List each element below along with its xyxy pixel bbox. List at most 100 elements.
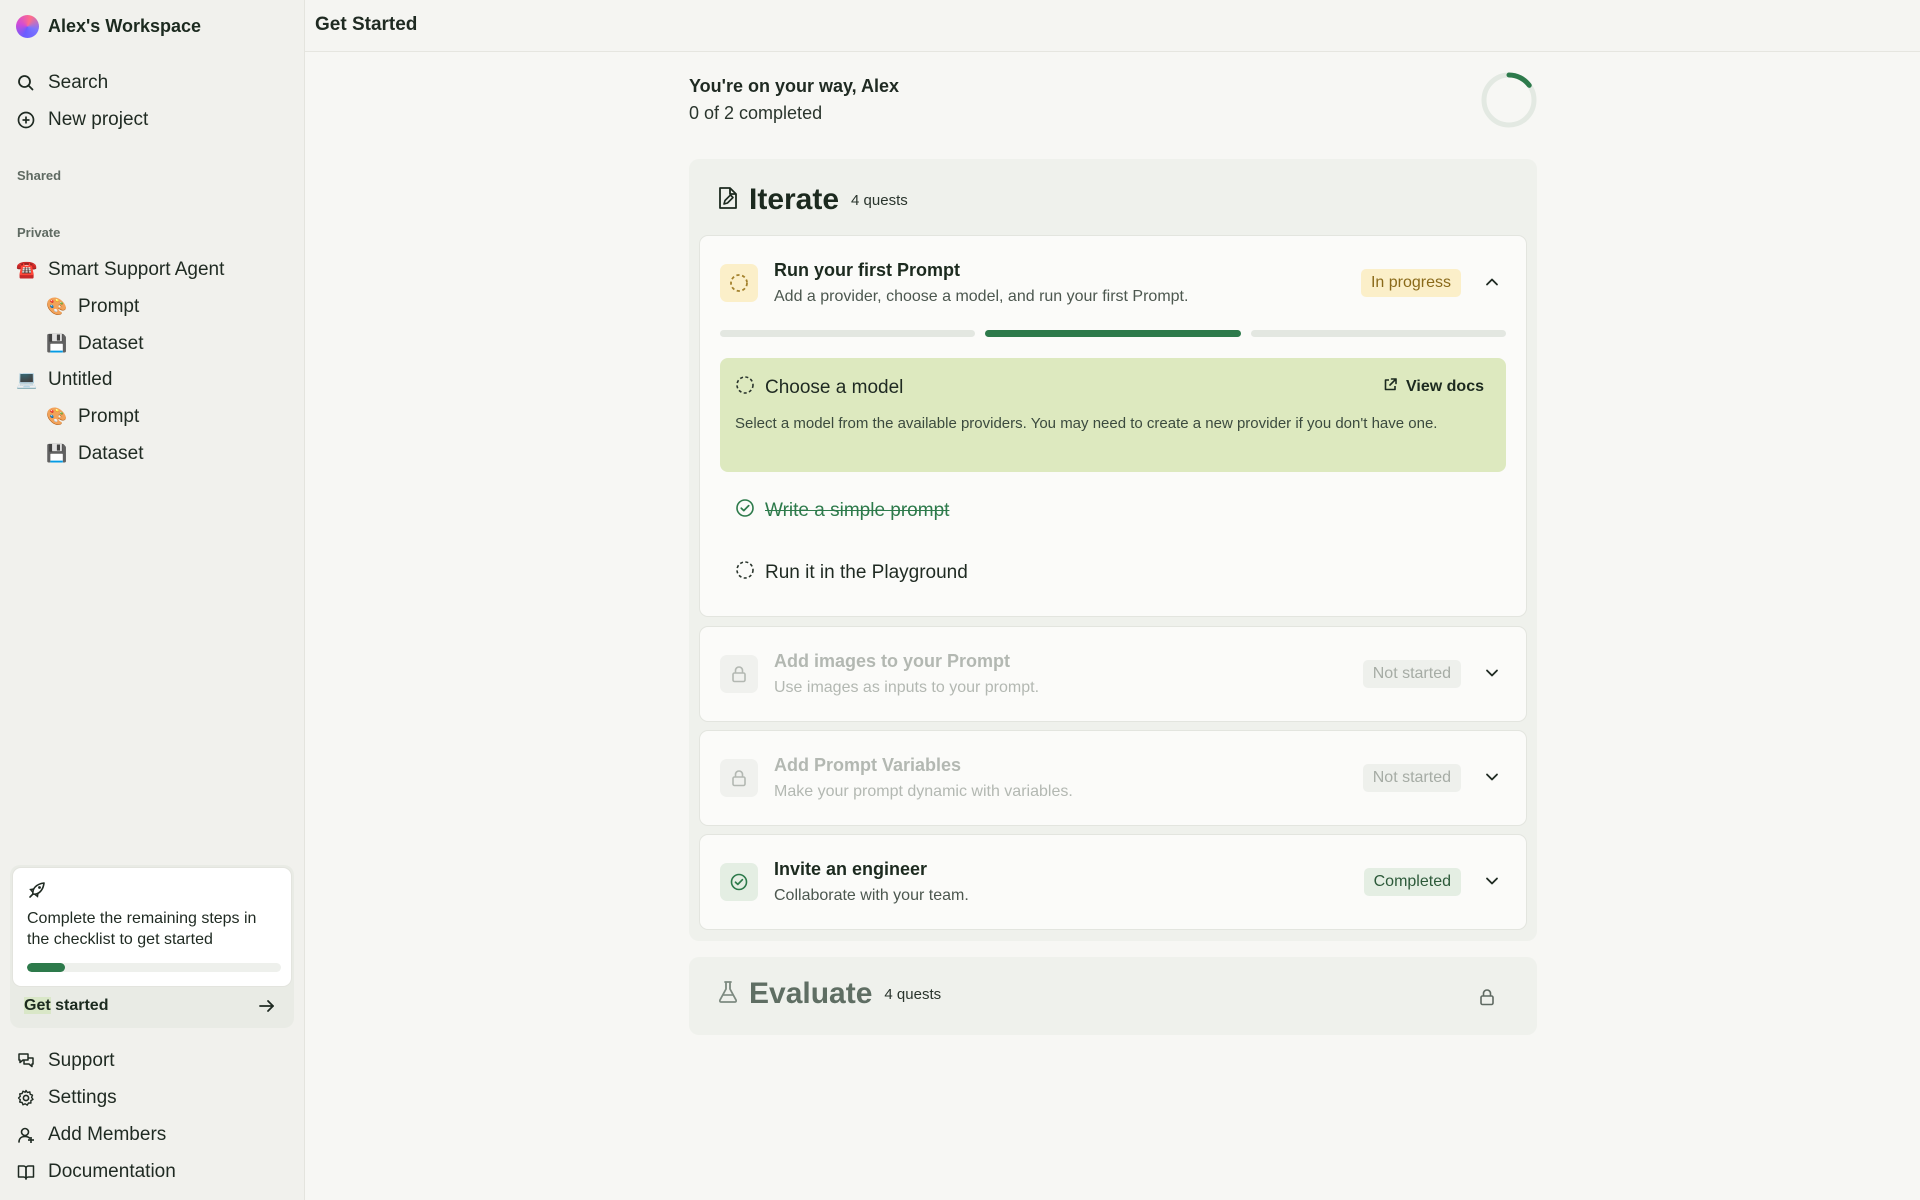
flask-icon xyxy=(717,980,739,1009)
workspace-name: Alex's Workspace xyxy=(48,15,202,36)
floppy-disk-icon: 💾 xyxy=(46,444,68,463)
promo-text: Complete the remaining steps in the chec… xyxy=(27,910,257,948)
step-header: Choose a model xyxy=(735,375,903,401)
completion-count: 0 of 2 completed xyxy=(689,103,823,123)
group-header: Evaluate 4 quests xyxy=(717,977,941,1011)
search-icon xyxy=(16,73,36,93)
status-badge: In progress xyxy=(1360,269,1461,297)
step-label: Choose a model xyxy=(765,377,904,398)
project-name: Untitled xyxy=(48,369,113,390)
shared-section-label: Shared xyxy=(17,168,62,183)
view-docs-link[interactable]: View docs xyxy=(1383,377,1484,397)
sidebar-project-untitled[interactable]: 💻 Untitled xyxy=(16,366,112,394)
plus-circle-icon xyxy=(16,110,36,130)
workspace-switcher[interactable]: Alex's Workspace xyxy=(16,14,201,38)
pending-circle-icon xyxy=(735,375,755,401)
arrow-right-icon[interactable] xyxy=(258,998,276,1019)
computer-icon: 💻 xyxy=(16,370,38,389)
step-write-simple-prompt[interactable]: Write a simple prompt xyxy=(735,498,949,524)
search-label: Search xyxy=(48,72,109,93)
group-quest-count: 4 quests xyxy=(884,985,942,1003)
sidebar-item-dataset[interactable]: 💾 Dataset xyxy=(46,330,143,358)
quest-invite-engineer[interactable]: Invite an engineer Collaborate with your… xyxy=(699,834,1527,930)
quest-description: Make your prompt dynamic with variables. xyxy=(774,783,1073,800)
group-title: Evaluate xyxy=(749,977,873,1010)
sidebar-item-label: Dataset xyxy=(78,333,144,354)
pending-circle-icon xyxy=(735,560,755,586)
cta-highlight: Get xyxy=(24,997,51,1014)
palette-icon: 🎨 xyxy=(46,297,68,316)
quest-group-evaluate[interactable]: Evaluate 4 quests xyxy=(689,957,1537,1035)
quest-title: Run your first Prompt xyxy=(774,260,961,280)
step-label: Run it in the Playground xyxy=(765,562,968,583)
cta-rest: started xyxy=(50,997,109,1014)
lock-icon xyxy=(1477,987,1497,1012)
get-started-promo[interactable]: Complete the remaining steps in the chec… xyxy=(10,865,294,1028)
step-choose-model[interactable]: Choose a model View docs Select a model … xyxy=(720,358,1506,472)
quest-run-first-prompt: Run your first Prompt Add a provider, ch… xyxy=(699,235,1527,617)
sidebar: Alex's Workspace Search New project Shar… xyxy=(0,0,305,1200)
quest-description: Add a provider, choose a model, and run … xyxy=(774,288,1189,305)
step-run-in-playground[interactable]: Run it in the Playground xyxy=(735,560,968,586)
quest-description: Collaborate with your team. xyxy=(774,887,969,904)
status-badge: Not started xyxy=(1362,764,1461,792)
chevron-down-icon[interactable] xyxy=(1484,769,1500,790)
group-title: Iterate xyxy=(749,183,840,216)
quest-add-images[interactable]: Add images to your Prompt Use images as … xyxy=(699,626,1527,722)
sidebar-item-dataset[interactable]: 💾 Dataset xyxy=(46,440,143,468)
user-icon xyxy=(16,1125,36,1145)
progress-ring xyxy=(1481,72,1537,128)
promo-card: Complete the remaining steps in the chec… xyxy=(12,867,292,987)
check-circle-icon xyxy=(720,863,758,901)
progress-segment xyxy=(720,330,976,337)
palette-icon: 🎨 xyxy=(46,407,68,426)
sidebar-item-label: Prompt xyxy=(78,296,140,317)
sidebar-search[interactable]: Search xyxy=(16,69,108,97)
progress-segment xyxy=(985,330,1241,337)
floppy-disk-icon: 💾 xyxy=(46,334,68,353)
step-description: Select a model from the available provid… xyxy=(735,415,1438,432)
sidebar-item-prompt[interactable]: 🎨 Prompt xyxy=(46,403,139,431)
settings-label: Settings xyxy=(48,1087,117,1108)
chat-icon xyxy=(16,1051,36,1071)
chevron-up-icon[interactable] xyxy=(1484,274,1500,295)
project-name: Smart Support Agent xyxy=(48,259,225,280)
step-progress-segments xyxy=(720,330,1506,337)
sidebar-support[interactable]: Support xyxy=(16,1047,115,1075)
quest-add-prompt-variables[interactable]: Add Prompt Variables Make your prompt dy… xyxy=(699,730,1527,826)
in-progress-icon xyxy=(720,264,758,302)
external-link-icon xyxy=(1383,377,1398,397)
sidebar-item-prompt[interactable]: 🎨 Prompt xyxy=(46,293,139,321)
promo-progress-bar xyxy=(27,963,281,972)
promo-progress-fill xyxy=(27,963,66,972)
rocket-icon xyxy=(27,880,47,905)
sidebar-add-members[interactable]: Add Members xyxy=(16,1121,166,1149)
group-header: Iterate 4 quests xyxy=(717,183,908,217)
check-circle-icon xyxy=(735,498,755,524)
lock-icon xyxy=(720,655,758,693)
status-badge: Not started xyxy=(1362,660,1461,688)
support-label: Support xyxy=(48,1050,115,1071)
quest-description: Use images as inputs to your prompt. xyxy=(774,679,1040,696)
sidebar-documentation[interactable]: Documentation xyxy=(16,1158,176,1186)
quest-group-iterate: Iterate 4 quests Run your first Prompt A… xyxy=(689,159,1537,941)
step-label: Write a simple prompt xyxy=(765,500,950,521)
sidebar-settings[interactable]: Settings xyxy=(16,1084,117,1112)
get-started-link[interactable]: Get started xyxy=(24,997,108,1015)
new-project-label: New project xyxy=(48,109,149,130)
status-badge: Completed xyxy=(1363,868,1461,896)
sidebar-project-smart-support-agent[interactable]: ☎️ Smart Support Agent xyxy=(16,256,224,284)
page-title: Get Started xyxy=(315,14,418,35)
lock-icon xyxy=(720,759,758,797)
chevron-down-icon[interactable] xyxy=(1484,873,1500,894)
greeting-title: You're on your way, Alex xyxy=(689,76,899,96)
documentation-label: Documentation xyxy=(48,1161,176,1182)
chevron-down-icon[interactable] xyxy=(1484,665,1500,686)
quest-title: Add images to your Prompt xyxy=(774,651,1011,671)
view-docs-label: View docs xyxy=(1406,378,1484,395)
add-members-label: Add Members xyxy=(48,1124,167,1145)
sidebar-item-label: Prompt xyxy=(78,406,140,427)
document-edit-icon xyxy=(717,186,739,215)
group-quest-count: 4 quests xyxy=(851,191,908,209)
sidebar-new-project[interactable]: New project xyxy=(16,106,148,134)
